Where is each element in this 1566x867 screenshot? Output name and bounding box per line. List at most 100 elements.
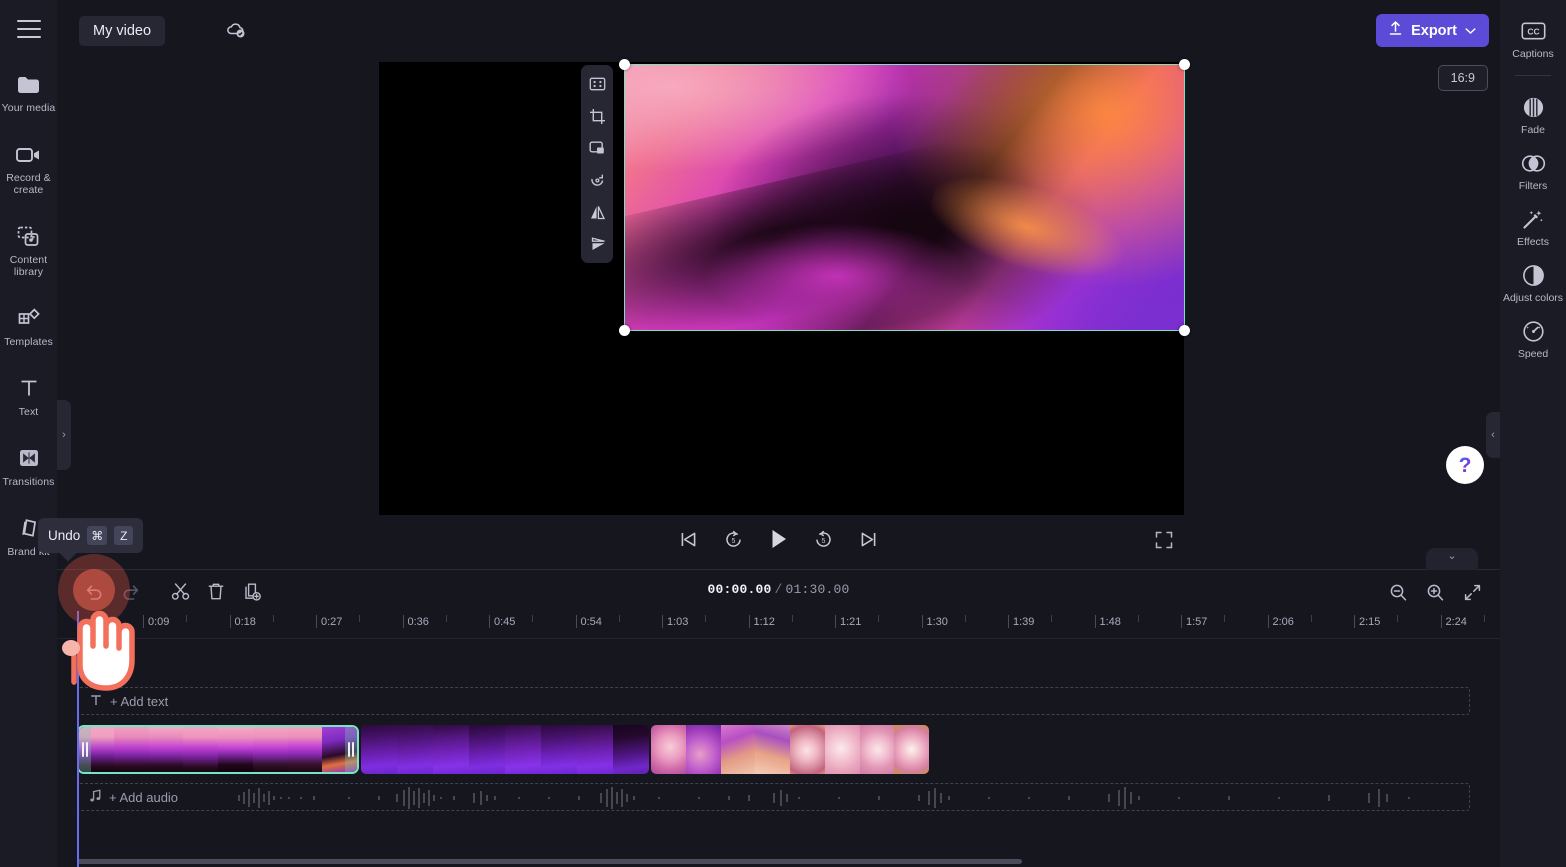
clip-thumbnails: [651, 725, 929, 774]
ruler-tick-mark: [1181, 615, 1182, 628]
add-text-track[interactable]: + Add text: [77, 687, 1470, 715]
sidebar-item-brand-kit[interactable]: Brand kit: [0, 506, 57, 565]
ruler-tick-mark: [662, 615, 663, 628]
ruler-minor-tick: [1224, 615, 1226, 622]
ruler-tick-label: 2:15: [1359, 616, 1381, 628]
ruler-tick-label: 0:27: [321, 616, 343, 628]
ruler-minor-tick: [705, 615, 707, 622]
sidebar-item-label: Content library: [9, 254, 48, 278]
ruler-minor-tick: [186, 615, 188, 622]
clipchamp-editor: Your media Record & create Content libra…: [0, 0, 1566, 867]
sidebar-item-text[interactable]: Text: [0, 366, 57, 425]
ruler-minor-tick: [878, 615, 880, 622]
sidebar-item-adjust-colors[interactable]: Adjust colors: [1500, 254, 1566, 310]
chevron-right-icon: ›: [62, 428, 66, 441]
trim-handle-right[interactable]: [345, 727, 357, 772]
ruler-tick-mark: [921, 615, 923, 628]
svg-text:5: 5: [732, 538, 736, 545]
transitions-icon: [0, 445, 57, 471]
skip-to-end-icon[interactable]: [856, 526, 882, 552]
ruler-minor-tick: [532, 615, 534, 622]
ruler-tick-label: 0:36: [407, 616, 429, 628]
left-sidebar: Your media Record & create Content libra…: [0, 0, 57, 867]
delete-button[interactable]: [202, 577, 230, 605]
trim-handle-left[interactable]: [79, 727, 91, 772]
project-name-field[interactable]: My video: [79, 16, 166, 46]
sidebar-item-transitions[interactable]: Transitions: [0, 436, 57, 495]
speedometer-icon: [1500, 318, 1566, 344]
sidebar-item-your-media[interactable]: Your media: [0, 62, 57, 121]
flip-horizontal-icon[interactable]: [584, 199, 610, 225]
chevron-down-icon: [1465, 22, 1476, 40]
timeline-clip-2[interactable]: [361, 725, 649, 774]
flip-vertical-icon[interactable]: [584, 231, 610, 257]
export-label: Export: [1411, 22, 1457, 39]
redo-button[interactable]: [116, 577, 144, 605]
left-sidebar-items: Your media Record & create Content libra…: [0, 62, 57, 565]
ruler-minor-tick: [618, 615, 620, 622]
collapse-right-panel-button[interactable]: ‹: [1486, 412, 1500, 458]
hamburger-menu-icon[interactable]: [16, 20, 41, 38]
closed-captions-icon: CC: [1500, 18, 1566, 44]
skip-to-start-icon[interactable]: [676, 526, 702, 552]
audio-waveform: [238, 787, 1410, 809]
ruler-minor-tick: [272, 615, 274, 622]
picture-in-picture-icon[interactable]: [584, 135, 610, 161]
collapse-preview-button[interactable]: ⌄: [1426, 548, 1478, 570]
sidebar-item-label: Transitions: [2, 476, 55, 488]
expand-left-panel-button[interactable]: ›: [57, 400, 71, 470]
sidebar-item-captions[interactable]: CC Captions: [1500, 10, 1566, 66]
aspect-ratio-badge[interactable]: 16:9: [1437, 65, 1488, 91]
timeline-clip-3[interactable]: [651, 725, 929, 774]
sidebar-item-templates[interactable]: Templates: [0, 296, 57, 355]
sidebar-item-fade[interactable]: Fade: [1500, 86, 1566, 142]
zoom-in-button[interactable]: [1421, 578, 1449, 606]
video-camera-icon: [0, 141, 57, 167]
split-button[interactable]: [166, 577, 194, 605]
sidebar-item-record-create[interactable]: Record & create: [0, 132, 57, 203]
filters-icon: [1500, 150, 1566, 176]
timeline-ruler[interactable]: 0:09 0:18 0:27 0:36 0:45 0:54 1:03 1:12 1:21 1:30…: [57, 611, 1500, 639]
timeline-toolbar: 00:00.00/01:30.00: [57, 570, 1500, 611]
sidebar-item-label: Record & create: [6, 172, 51, 196]
crop-icon[interactable]: [584, 103, 610, 129]
sidebar-item-label: Speed: [1517, 348, 1549, 360]
add-audio-track[interactable]: + Add audio: [77, 783, 1470, 811]
export-button[interactable]: Export: [1376, 14, 1489, 47]
sidebar-item-label: Text: [18, 406, 39, 418]
sidebar-item-speed[interactable]: Speed: [1500, 310, 1566, 366]
ruler-tick-mark: [1354, 615, 1355, 628]
sidebar-item-label: Filters: [1518, 180, 1548, 192]
timeline-horizontal-scrollbar[interactable]: [77, 859, 1022, 864]
templates-icon: [0, 305, 57, 331]
rotate-icon[interactable]: [584, 167, 610, 193]
sidebar-item-label: Fade: [1521, 124, 1545, 136]
undo-button[interactable]: [80, 577, 108, 605]
rewind-5-icon[interactable]: 5: [721, 526, 747, 552]
sidebar-item-filters[interactable]: Filters: [1500, 142, 1566, 198]
time-separator: /: [774, 582, 783, 597]
ruler-minor-tick: [1137, 615, 1139, 622]
timecode-display: 00:00.00/01:30.00: [707, 582, 849, 597]
forward-5-icon[interactable]: 5: [811, 526, 837, 552]
help-button[interactable]: ?: [1446, 446, 1484, 484]
play-button[interactable]: [766, 526, 792, 552]
zoom-out-button[interactable]: [1384, 578, 1412, 606]
ruler-tick-label: 0:09: [148, 616, 170, 628]
fit-timeline-button[interactable]: [1458, 578, 1486, 606]
fade-icon: [1500, 94, 1566, 120]
playhead[interactable]: [77, 611, 79, 867]
duplicate-button[interactable]: [238, 577, 266, 605]
playback-controls: 5 5: [57, 519, 1500, 569]
ruler-tick-mark: [229, 615, 231, 628]
fullscreen-icon[interactable]: [1155, 531, 1173, 554]
fit-to-frame-icon[interactable]: [584, 71, 610, 97]
sidebar-item-content-library[interactable]: Content library: [0, 214, 57, 285]
ruler-tick-mark: [143, 615, 144, 628]
sidebar-item-effects[interactable]: Effects: [1500, 198, 1566, 254]
timeline-clip-1-selected[interactable]: [77, 725, 359, 774]
ruler-tick-label: 1:57: [1186, 616, 1208, 628]
ruler-tick-mark: [1008, 615, 1009, 628]
cloud-saved-icon[interactable]: [225, 20, 247, 45]
video-canvas[interactable]: [379, 59, 1190, 515]
